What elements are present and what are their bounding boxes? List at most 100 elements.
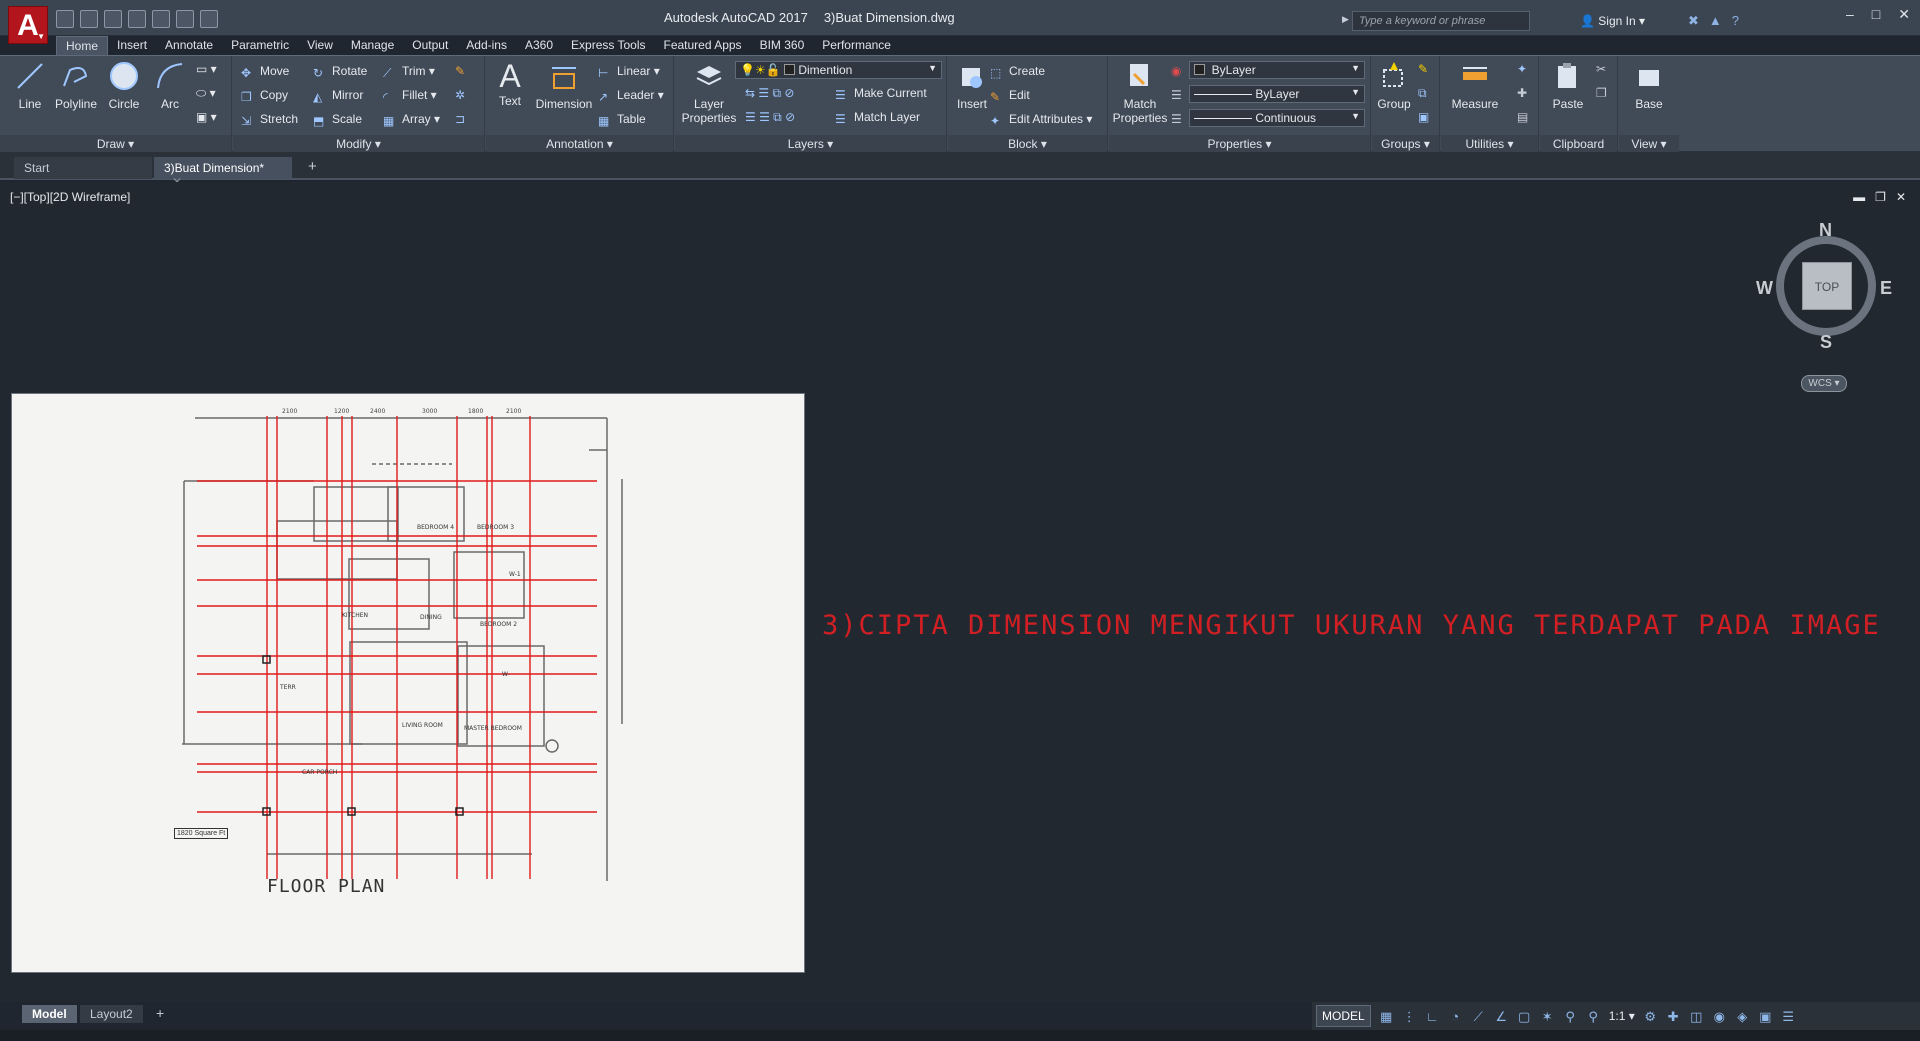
annotation-scale[interactable]: 1:1 ▾ xyxy=(1609,1009,1635,1023)
clean-screen-icon[interactable]: ▣ xyxy=(1758,1009,1773,1024)
dimension-button[interactable]: Dimension xyxy=(532,60,596,111)
paste-button[interactable]: Paste xyxy=(1548,60,1588,111)
array-button[interactable]: ▦ Array ▾ xyxy=(383,112,440,128)
text-button[interactable]: A Text xyxy=(490,60,530,108)
linear-button[interactable]: ⊢ Linear ▾ xyxy=(598,64,660,80)
tab-add-ins[interactable]: Add-ins xyxy=(457,36,516,55)
tab-express-tools[interactable]: Express Tools xyxy=(562,36,654,55)
circle-button[interactable]: Circle xyxy=(106,60,142,111)
cut-icon[interactable]: ✂ xyxy=(1596,62,1606,76)
tab-home[interactable]: Home xyxy=(56,36,109,55)
auto-scale-icon[interactable]: ⚲ xyxy=(1563,1009,1578,1024)
leader-button[interactable]: ↗ Leader ▾ xyxy=(598,88,664,104)
calculator-icon[interactable]: ▤ xyxy=(1517,110,1528,124)
properties-panel-title[interactable]: Properties ▾ xyxy=(1109,135,1370,153)
tab-annotate[interactable]: Annotate xyxy=(156,36,222,55)
isolate-objects-icon[interactable]: ◉ xyxy=(1712,1009,1727,1024)
arc-button[interactable]: Arc xyxy=(152,60,188,111)
group-edit-icon[interactable]: ⧉ xyxy=(1418,86,1427,101)
save-icon[interactable] xyxy=(104,10,122,28)
a360-icon[interactable]: ▲ xyxy=(1709,13,1722,29)
object-snap-tracking-icon[interactable]: ∠ xyxy=(1494,1009,1509,1024)
new-icon[interactable] xyxy=(56,10,74,28)
edit-attributes-button[interactable]: ✦ Edit Attributes ▾ xyxy=(990,112,1092,128)
viewcube[interactable]: TOP N S E W xyxy=(1756,220,1892,352)
rectangle-icon[interactable]: ▭ ▾ xyxy=(196,62,217,76)
wcs-menu[interactable]: WCS ▾ xyxy=(1801,375,1847,392)
stretch-button[interactable]: ⇲ Stretch xyxy=(241,112,298,128)
snap-icon[interactable]: ⋮ xyxy=(1402,1009,1417,1024)
group-select-icon[interactable]: ▣ xyxy=(1418,110,1429,124)
compass-north[interactable]: N xyxy=(1819,220,1832,241)
tab-parametric[interactable]: Parametric xyxy=(222,36,298,55)
scale-button[interactable]: ⬒ Scale xyxy=(313,112,362,128)
annotation-panel-title[interactable]: Annotation ▾ xyxy=(486,135,673,153)
region-icon[interactable]: ▣ ▾ xyxy=(196,110,217,124)
line-button[interactable]: Line xyxy=(12,60,48,111)
model-space-toggle[interactable]: MODEL xyxy=(1316,1005,1371,1027)
maximize-button[interactable]: □ xyxy=(1872,6,1880,23)
tab-featured-apps[interactable]: Featured Apps xyxy=(655,36,751,55)
annotation-scale-icon[interactable]: ⚲ xyxy=(1586,1009,1601,1024)
tab-manage[interactable]: Manage xyxy=(342,36,403,55)
ungroup-icon[interactable]: ✎ xyxy=(1418,62,1428,76)
color-dropdown[interactable]: ByLayer ▼ xyxy=(1189,61,1365,79)
save-as-icon[interactable] xyxy=(128,10,146,28)
erase-icon[interactable]: ✎ xyxy=(455,64,465,78)
tab-a360[interactable]: A360 xyxy=(516,36,562,55)
make-current-button[interactable]: ☰ Make Current xyxy=(835,86,927,102)
viewcube-top-face[interactable]: TOP xyxy=(1802,262,1852,310)
sign-in-button[interactable]: 👤 Sign In ▾ xyxy=(1580,14,1645,28)
annotation-monitor-icon[interactable]: ✚ xyxy=(1666,1009,1681,1024)
layer-tools-row2[interactable]: ☰ ☰ ⧉ ⊘ xyxy=(745,110,795,125)
point-icon[interactable]: ✚ xyxy=(1517,86,1527,100)
tab-performance[interactable]: Performance xyxy=(813,36,900,55)
hatch-icon[interactable]: ⬭ ▾ xyxy=(196,86,216,101)
viewport-close-icon[interactable]: ✕ xyxy=(1896,190,1906,204)
viewport-restore-icon[interactable]: ❐ xyxy=(1875,190,1886,204)
explode-icon[interactable]: ✲ xyxy=(455,88,465,102)
tab-output[interactable]: Output xyxy=(403,36,457,55)
table-button[interactable]: ▦ Table xyxy=(598,112,646,128)
tab-model[interactable]: Model xyxy=(22,1005,77,1023)
isodraft-icon[interactable]: ⟋ xyxy=(1471,1009,1486,1024)
create-block-button[interactable]: ⬚ Create xyxy=(990,64,1045,80)
copy-button[interactable]: ❐ Copy xyxy=(241,88,288,104)
search-input[interactable]: Type a keyword or phrase xyxy=(1352,11,1530,31)
units-icon[interactable]: ◫ xyxy=(1689,1009,1704,1024)
tab-bim360[interactable]: BIM 360 xyxy=(751,36,814,55)
open-icon[interactable] xyxy=(80,10,98,28)
polyline-button[interactable]: Polyline xyxy=(52,60,100,111)
group-button[interactable]: Group xyxy=(1374,60,1414,111)
viewport-minimize-icon[interactable]: ▬ xyxy=(1853,190,1865,204)
draw-panel-title[interactable]: Draw ▾ xyxy=(0,135,231,153)
lineweight-dropdown[interactable]: ByLayer ▼ xyxy=(1189,85,1365,103)
tab-insert[interactable]: Insert xyxy=(108,36,156,55)
match-properties-button[interactable]: Match Properties xyxy=(1111,60,1169,125)
close-button[interactable]: ✕ xyxy=(1898,6,1910,23)
viewport-controls-label[interactable]: [−][Top][2D Wireframe] xyxy=(10,190,130,204)
insert-button[interactable]: Insert xyxy=(952,60,992,111)
instruction-text[interactable]: 3)CIPTA DIMENSION MENGIKUT UKURAN YANG T… xyxy=(822,610,1881,641)
application-menu-button[interactable]: A ▼ xyxy=(8,6,48,44)
minimize-button[interactable]: – xyxy=(1846,6,1854,23)
groups-panel-title[interactable]: Groups ▾ xyxy=(1372,135,1439,153)
annotation-visibility-icon[interactable]: ✶ xyxy=(1540,1009,1555,1024)
view-panel-title[interactable]: View ▾ xyxy=(1619,135,1679,153)
search-expand-icon[interactable]: ▶ xyxy=(1342,14,1349,25)
fillet-button[interactable]: ◜ Fillet ▾ xyxy=(383,88,437,104)
mirror-button[interactable]: ◭ Mirror xyxy=(313,88,363,104)
tab-layout2[interactable]: Layout2 xyxy=(80,1005,143,1023)
layer-tools-row1[interactable]: ⇆ ☰ ⧉ ⊘ xyxy=(745,86,794,101)
utilities-panel-title[interactable]: Utilities ▾ xyxy=(1441,135,1538,153)
redo-icon[interactable] xyxy=(200,10,218,28)
ortho-icon[interactable]: ∟ xyxy=(1425,1009,1440,1024)
layer-properties-button[interactable]: Layer Properties xyxy=(679,60,739,125)
base-button[interactable]: Base xyxy=(1629,60,1669,111)
grid-icon[interactable]: ▦ xyxy=(1379,1009,1394,1024)
move-button[interactable]: ✥ Move xyxy=(241,64,289,80)
object-snap-icon[interactable]: ▢ xyxy=(1517,1009,1532,1024)
polar-icon[interactable]: ◔ xyxy=(1448,1009,1463,1024)
undo-icon[interactable] xyxy=(176,10,194,28)
layers-panel-title[interactable]: Layers ▾ xyxy=(675,135,946,153)
